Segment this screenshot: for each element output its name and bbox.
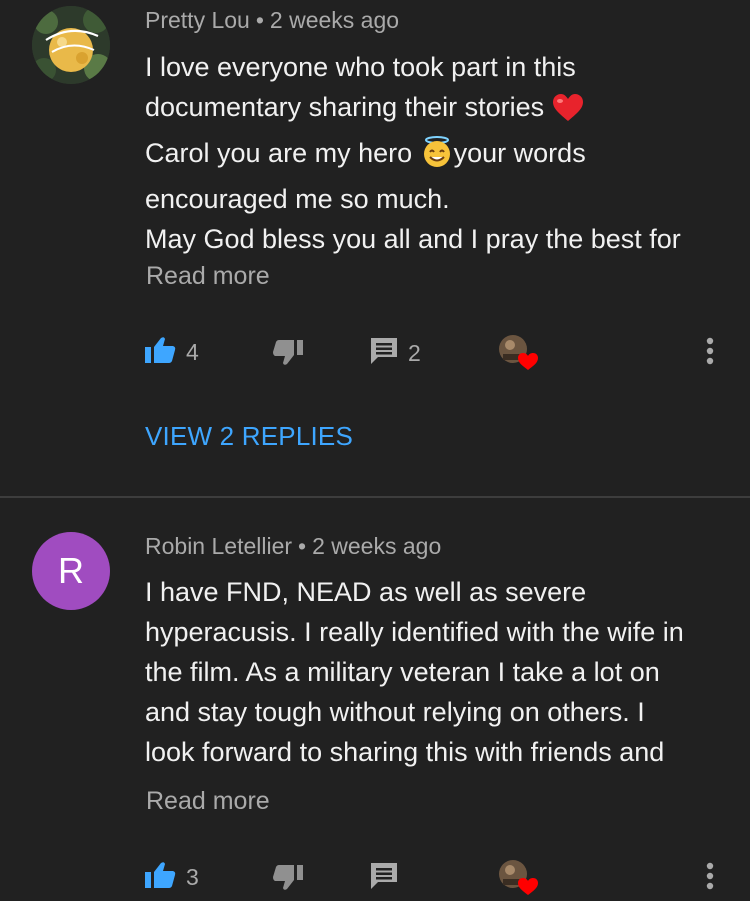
comment-line: the film. As a military veteran I take a… bbox=[145, 657, 660, 687]
thumbs-down-icon bbox=[273, 865, 303, 896]
view-replies-button[interactable]: VIEW 2 REPLIES bbox=[145, 421, 353, 452]
thumbs-up-icon bbox=[144, 336, 176, 369]
comment-actions: 4 2 bbox=[0, 332, 750, 372]
avatar-letter: R bbox=[58, 550, 84, 591]
thumbs-down-icon bbox=[273, 340, 303, 371]
comment-line: hyperacusis. I really identified with th… bbox=[145, 617, 684, 647]
dislike-button[interactable] bbox=[273, 865, 303, 896]
creator-heart-badge bbox=[498, 334, 540, 372]
separator-dot: • bbox=[298, 533, 307, 559]
author-name[interactable]: Pretty Lou bbox=[145, 7, 250, 33]
author-name[interactable]: Robin Letellier bbox=[145, 533, 292, 559]
reply-icon bbox=[370, 337, 398, 370]
comment-text: I have FND, NEAD as well as severe hyper… bbox=[145, 572, 725, 772]
comment-line: encouraged me so much. bbox=[145, 184, 450, 214]
reply-button[interactable] bbox=[370, 862, 398, 895]
read-more-link[interactable]: Read more bbox=[146, 262, 270, 291]
comment-line: May God bless you all and I pray the bes… bbox=[145, 224, 681, 254]
avatar[interactable] bbox=[32, 6, 110, 84]
separator-dot: • bbox=[255, 7, 264, 33]
thumbs-up-icon bbox=[144, 861, 176, 894]
comment-line: I have FND, NEAD as well as severe bbox=[145, 577, 587, 607]
creator-heart-icon bbox=[499, 335, 538, 370]
more-vert-icon bbox=[705, 336, 715, 371]
dislike-button[interactable] bbox=[273, 340, 303, 371]
comment-line: look forward to sharing this with friend… bbox=[145, 737, 665, 767]
reply-icon bbox=[370, 862, 398, 895]
red-heart-emoji bbox=[552, 93, 584, 133]
like-button[interactable]: 3 bbox=[144, 861, 199, 894]
avatar-image bbox=[32, 6, 110, 84]
comment-meta: Pretty Lou • 2 weeks ago bbox=[145, 7, 399, 34]
comment-actions: 3 bbox=[0, 857, 750, 897]
comment-time[interactable]: 2 weeks ago bbox=[270, 7, 399, 33]
reply-button[interactable]: 2 bbox=[370, 337, 421, 370]
comment-meta: Robin Letellier • 2 weeks ago bbox=[145, 533, 441, 560]
comment-line: your words bbox=[453, 138, 586, 168]
comment-thread: Pretty Lou • 2 weeks ago I love everyone w… bbox=[0, 0, 750, 497]
comment-line: I love everyone who took part in this bbox=[145, 52, 576, 82]
creator-heart-badge bbox=[498, 859, 540, 897]
creator-heart-icon bbox=[499, 860, 538, 895]
more-options-button[interactable] bbox=[705, 861, 715, 896]
reply-count: 2 bbox=[408, 340, 421, 366]
like-button[interactable]: 4 bbox=[144, 336, 199, 369]
comment-line: Carol you are my hero bbox=[145, 138, 413, 168]
comment-thread: R Robin Letellier • 2 weeks ago I have FND… bbox=[0, 498, 750, 901]
more-options-button[interactable] bbox=[705, 336, 715, 371]
read-more-link[interactable]: Read more bbox=[146, 787, 270, 816]
like-count: 3 bbox=[186, 864, 199, 890]
comment-line: and stay tough without relying on others… bbox=[145, 697, 645, 727]
halo-smile-emoji bbox=[420, 136, 454, 179]
like-count: 4 bbox=[186, 339, 199, 365]
more-vert-icon bbox=[705, 861, 715, 896]
comment-time[interactable]: 2 weeks ago bbox=[312, 533, 441, 559]
comment-line: documentary sharing their stories bbox=[145, 92, 545, 122]
comment-text: I love everyone who took part in this do… bbox=[145, 47, 725, 259]
avatar[interactable]: R bbox=[32, 532, 110, 610]
